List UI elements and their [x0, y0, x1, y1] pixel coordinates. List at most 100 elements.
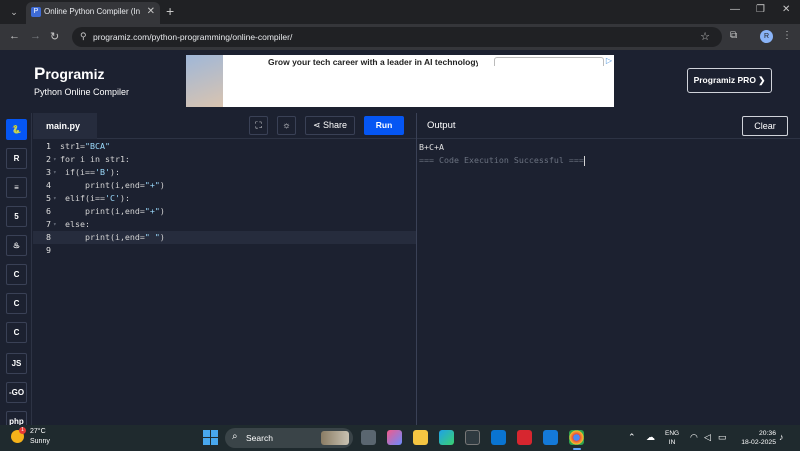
code-line-current: 8 print(i,end=" "): [33, 231, 416, 244]
chrome-icon[interactable]: [569, 430, 584, 450]
bookmark-star-icon[interactable]: ☆: [700, 30, 710, 43]
share-icon: ⋖: [312, 120, 321, 130]
temperature[interactable]: 27°C: [30, 428, 46, 435]
url-text: programiz.com/python-programming/online-…: [93, 32, 293, 42]
copilot-icon[interactable]: [387, 430, 402, 445]
ad-choices-icon[interactable]: ▷: [606, 56, 612, 65]
python-icon[interactable]: 🐍: [6, 119, 27, 140]
fullscreen-icon[interactable]: ⛶: [249, 116, 268, 135]
volume-icon[interactable]: ◁: [704, 432, 711, 443]
ad-cta[interactable]: [494, 57, 604, 66]
tab-close-icon[interactable]: ✕: [147, 6, 155, 17]
ad-image: [186, 55, 223, 107]
code-line: 4 print(i,end="+"): [46, 180, 165, 190]
code-line: 5 ▾ elif(i=='C'):: [46, 192, 130, 205]
browser-menu-icon[interactable]: ⋮: [782, 30, 792, 41]
code-text: if(i=='B'):: [60, 167, 120, 177]
code-text: print(i,end=" "): [60, 232, 165, 242]
battery-icon[interactable]: ▭: [718, 432, 727, 443]
code-text: else:: [60, 219, 90, 229]
go-icon[interactable]: -GO: [6, 382, 27, 403]
java-icon[interactable]: ♨: [6, 235, 27, 256]
profile-avatar[interactable]: R: [760, 30, 773, 43]
fold-icon[interactable]: ▾: [53, 166, 57, 179]
php-icon[interactable]: php: [6, 411, 27, 425]
weather-condition[interactable]: Sunny: [30, 438, 50, 445]
cpp-icon[interactable]: C: [6, 293, 27, 314]
code-text: print(i,end="+"): [60, 206, 165, 216]
language-sidebar: 🐍 R ≡ 5 ♨ C C C JS -GO php: [0, 113, 32, 425]
ad-text: Grow your tech career with a leader in A…: [268, 57, 478, 67]
language-indicator[interactable]: ENG IN: [665, 429, 679, 447]
run-button[interactable]: Run: [364, 116, 404, 135]
outlook-icon[interactable]: [543, 430, 558, 445]
minimize-icon[interactable]: —: [730, 4, 740, 15]
omnibox[interactable]: ⚲ programiz.com/python-programming/onlin…: [72, 27, 722, 47]
search-label: Search: [246, 433, 273, 443]
clear-button[interactable]: Clear: [742, 116, 788, 136]
page-subtitle: Python Online Compiler: [34, 87, 130, 97]
mcafee-icon[interactable]: [517, 430, 532, 445]
restore-icon[interactable]: ❐: [756, 4, 765, 15]
r-icon[interactable]: R: [6, 148, 27, 169]
programiz-logo[interactable]: Programiz: [34, 64, 104, 84]
edge-icon[interactable]: [439, 430, 454, 445]
task-view-icon[interactable]: [361, 430, 376, 445]
html-icon[interactable]: 5: [6, 206, 27, 227]
file-tab[interactable]: main.py: [33, 113, 97, 139]
output-toolbar: Output Clear: [417, 113, 800, 139]
code-line: 7 ▾ else:: [46, 218, 90, 231]
fold-icon[interactable]: ▾: [53, 192, 57, 205]
site-info-icon[interactable]: ⚲: [80, 31, 92, 43]
output-status: === Code Execution Successful ===: [419, 155, 585, 166]
code-line: 3 ▾ if(i=='B'):: [46, 166, 120, 179]
tab-title: Online Python Compiler (Interp: [44, 7, 140, 16]
dell-icon[interactable]: [491, 430, 506, 445]
output-title: Output: [427, 120, 456, 131]
search-icon: ⌕: [232, 431, 238, 442]
theme-toggle-icon[interactable]: ☼: [277, 116, 296, 135]
store-icon[interactable]: [465, 430, 480, 445]
javascript-icon[interactable]: JS: [6, 353, 27, 374]
share-button[interactable]: ⋖ Share: [305, 116, 355, 135]
windows-start-icon[interactable]: [203, 430, 218, 445]
code-text: print(i,end="+"): [60, 180, 165, 190]
new-tab-icon[interactable]: +: [166, 3, 174, 19]
back-icon[interactable]: ←: [9, 30, 20, 42]
onedrive-icon[interactable]: ☁: [646, 432, 655, 443]
browser-tab[interactable]: P Online Python Compiler (Interp ✕: [26, 2, 160, 24]
editor-toolbar: main.py ⛶ ☼ ⋖ Share Run: [33, 113, 416, 139]
extensions-icon[interactable]: ⧉: [730, 30, 737, 41]
code-editor[interactable]: 1 str1="BCA" 2 ▾ for i in str1: 3 ▾ if(i…: [33, 139, 416, 425]
notification-bell-icon[interactable]: ♪: [779, 432, 784, 442]
search-highlight-image: [321, 431, 349, 445]
reload-icon[interactable]: ↻: [50, 30, 59, 43]
taskbar-search[interactable]: ⌕ Search: [225, 428, 353, 448]
code-line: 2 ▾ for i in str1:: [46, 153, 130, 166]
close-window-icon[interactable]: ✕: [782, 4, 790, 15]
ad-banner[interactable]: Grow your tech career with a leader in A…: [186, 55, 614, 107]
output-console[interactable]: B+C+A === Code Execution Successful ===: [419, 141, 799, 167]
c-icon[interactable]: C: [6, 264, 27, 285]
wifi-icon[interactable]: ◠: [690, 432, 698, 443]
fold-icon[interactable]: ▾: [53, 153, 57, 166]
code-text: for i in str1:: [60, 154, 130, 164]
text-cursor: [583, 155, 585, 166]
tab-search-icon[interactable]: ⌄: [6, 4, 22, 20]
code-text: elif(i=='C'):: [60, 193, 130, 203]
output-result: B+C+A: [419, 142, 444, 152]
show-hidden-icons-icon[interactable]: ⌃: [628, 432, 636, 443]
csharp-icon[interactable]: C: [6, 322, 27, 343]
forward-icon[interactable]: →: [30, 30, 41, 42]
sql-icon[interactable]: ≡: [6, 177, 27, 198]
weather-badge: 1: [19, 427, 26, 434]
panel-divider[interactable]: [416, 113, 417, 425]
windows-taskbar: 1 27°C Sunny ⌕ Search ⌃ ☁ ENG IN ◠ ◁ ▭ 20…: [0, 425, 800, 451]
fold-icon[interactable]: ▾: [53, 218, 57, 231]
clock[interactable]: 20:36 18-02-2025: [738, 429, 776, 447]
programiz-pro-button[interactable]: Programiz PRO ❯: [687, 68, 772, 93]
address-bar-row: ← → ↻ ⚲ programiz.com/python-programming…: [0, 24, 800, 50]
favicon-icon: P: [31, 7, 41, 17]
site-header: Programiz Python Online Compiler Grow yo…: [0, 50, 800, 113]
file-explorer-icon[interactable]: [413, 430, 428, 445]
